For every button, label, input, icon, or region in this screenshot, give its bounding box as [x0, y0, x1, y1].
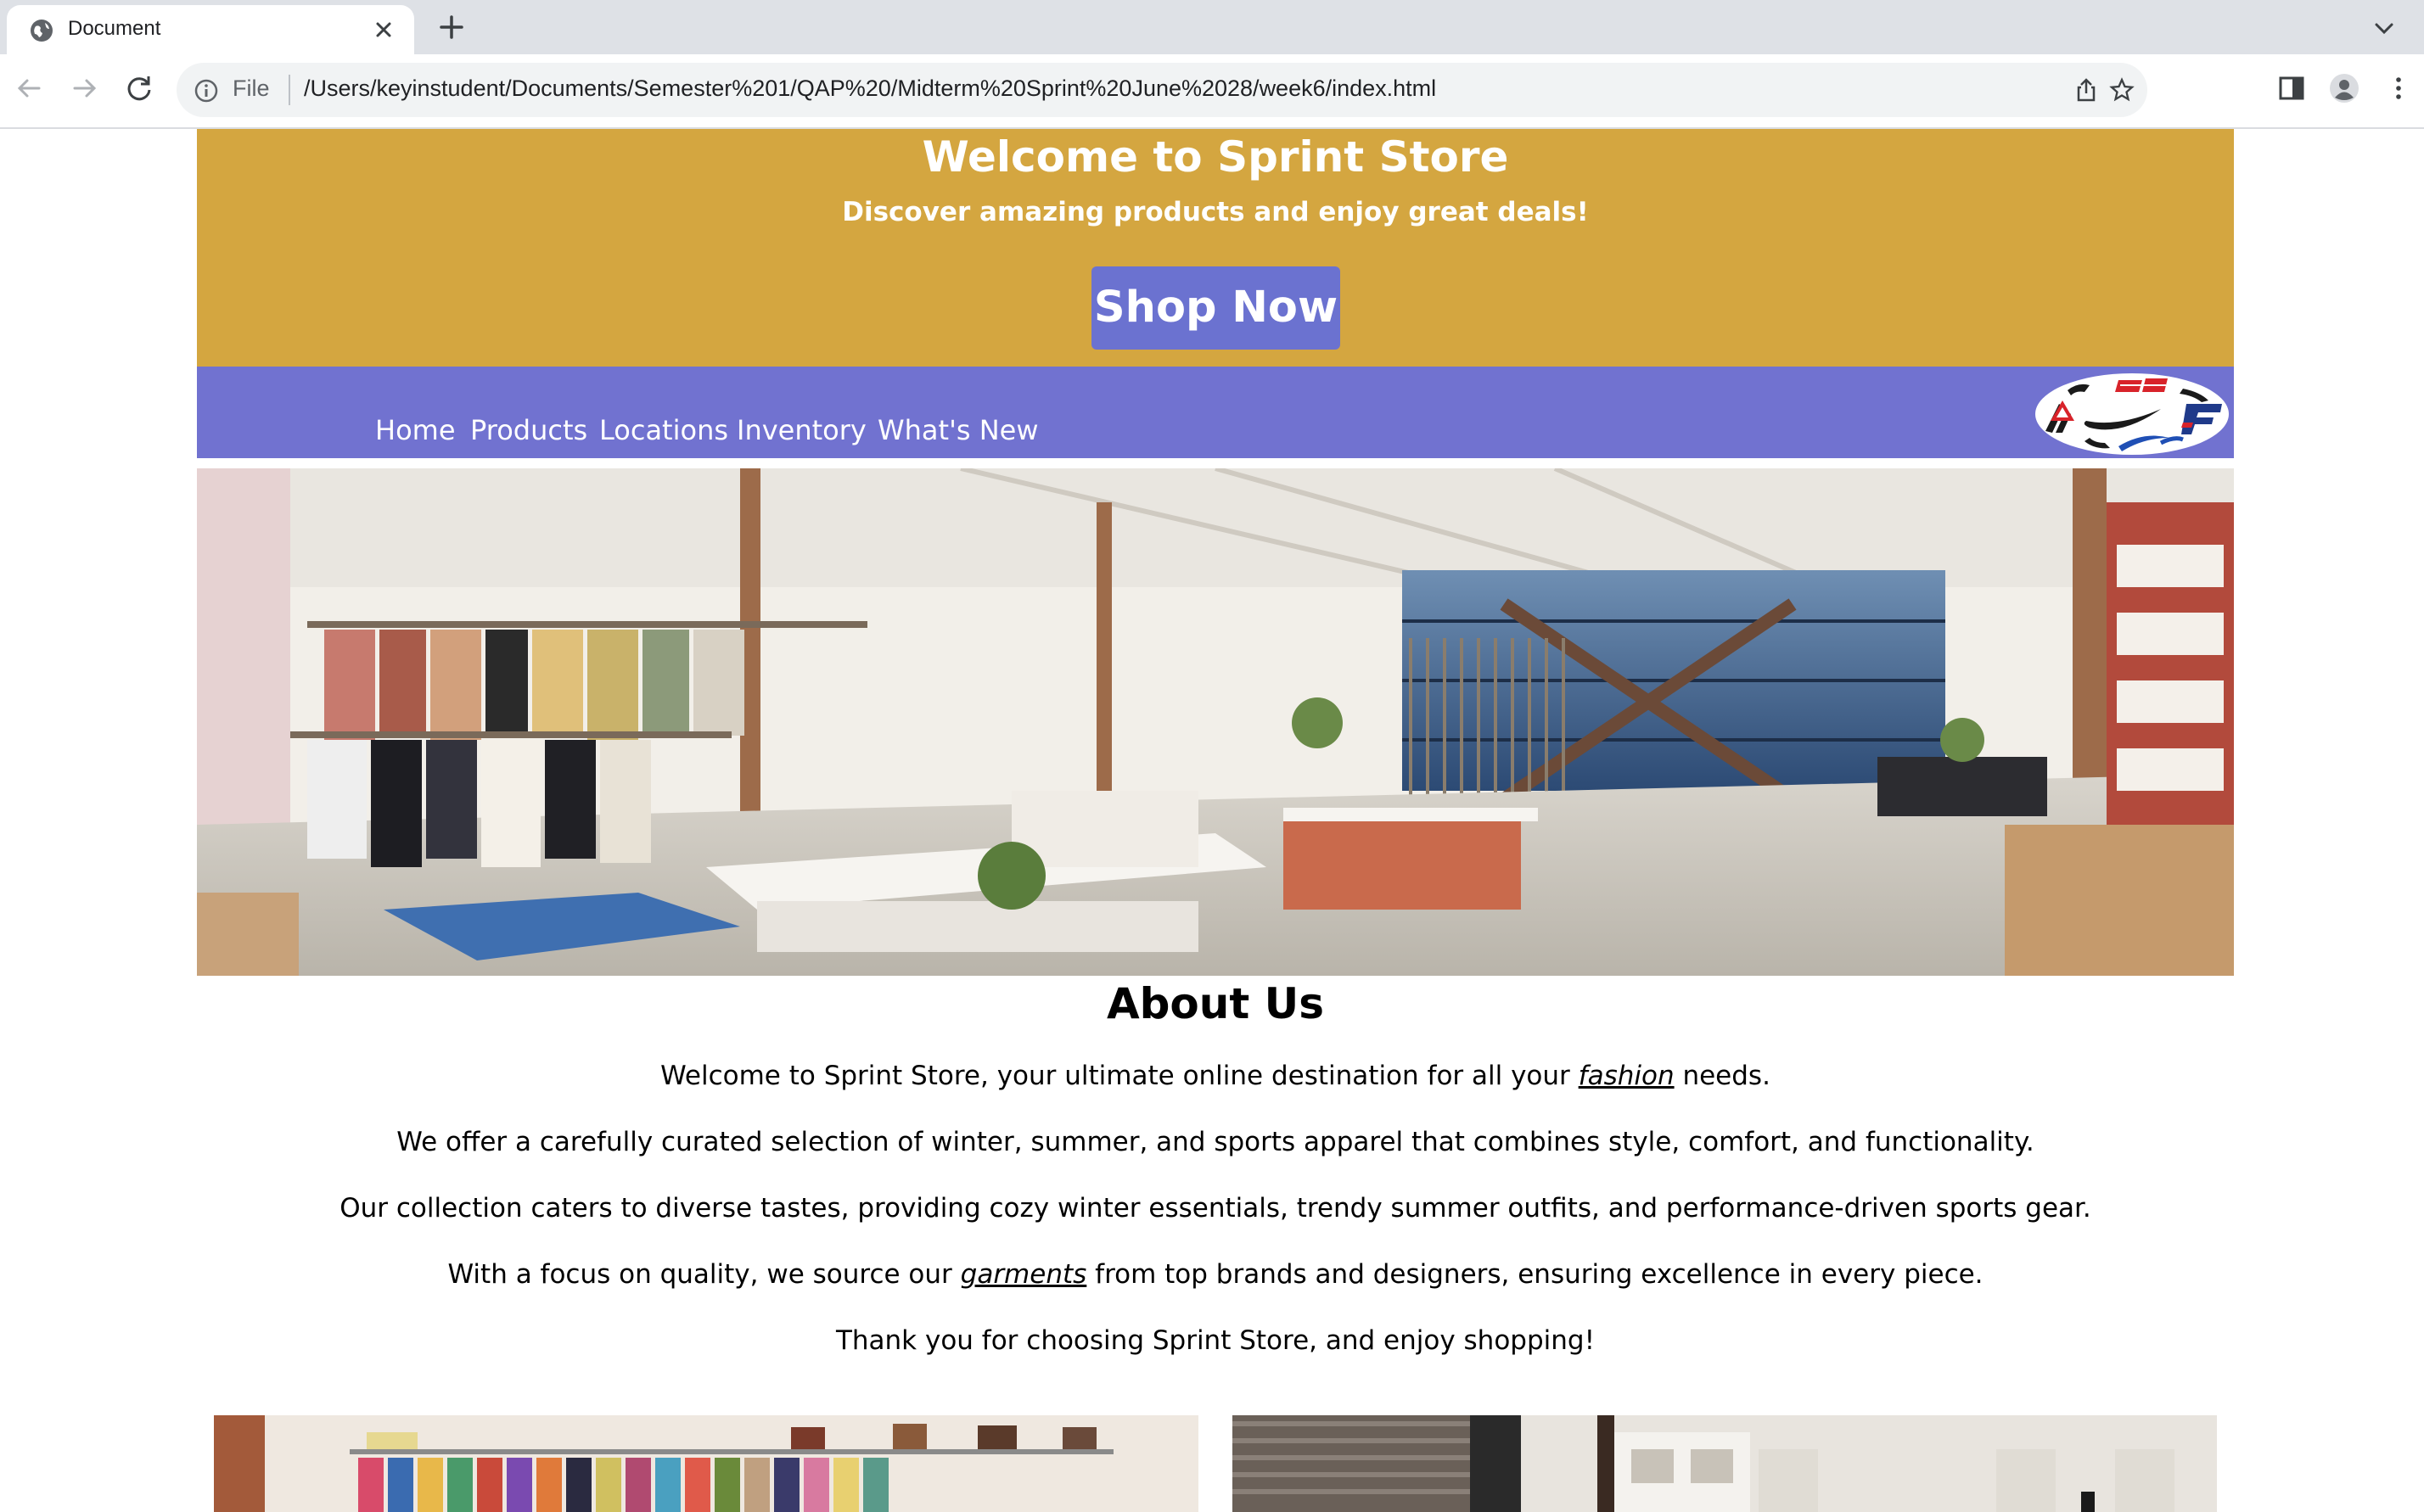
hero-subtitle: Discover amazing products and enjoy grea… — [842, 197, 1589, 227]
about-paragraph-1: Welcome to Sprint Store, your ultimate o… — [197, 1061, 2234, 1091]
about-paragraph-3: Our collection caters to diverse tastes,… — [339, 1193, 2091, 1224]
address-divider — [289, 75, 290, 105]
back-arrow-icon[interactable] — [12, 71, 46, 105]
share-icon[interactable] — [2073, 76, 2100, 104]
clothing-rack-image — [214, 1415, 1198, 1512]
web-page: Welcome to Sprint Store Discover amazing… — [0, 129, 2424, 1512]
info-icon[interactable] — [194, 78, 219, 104]
shop-now-button[interactable]: Shop Now — [1091, 266, 1340, 350]
close-icon[interactable] — [372, 18, 396, 42]
browser-toolbar: File /Users/keyinstudent/Documents/Semes… — [0, 54, 2424, 129]
nav-item-locations[interactable]: Locations — [599, 414, 728, 446]
url-text[interactable]: /Users/keyinstudent/Documents/Semester%2… — [304, 76, 1436, 102]
nav-item-home[interactable]: Home — [375, 414, 456, 446]
about-paragraph-4: With a focus on quality, we source our g… — [197, 1259, 2234, 1290]
nav-item-inventory[interactable]: Inventory — [737, 414, 867, 446]
new-tab-icon[interactable] — [438, 14, 465, 41]
bookmark-star-icon[interactable] — [2108, 76, 2135, 104]
about-paragraph-5: Thank you for choosing Sprint Store, and… — [835, 1325, 1596, 1356]
browser-tab[interactable]: Document — [7, 5, 414, 54]
tab-title: Document — [68, 17, 161, 40]
shop-window-image — [1232, 1415, 2217, 1512]
about-title: About Us — [1106, 979, 1325, 1028]
nav-item-whats-new[interactable]: What's New — [878, 414, 1039, 446]
reload-icon[interactable] — [122, 71, 156, 105]
about-p1-before: Welcome to Sprint Store, your ultimate o… — [660, 1061, 1579, 1091]
hero-banner: Welcome to Sprint Store Discover amazing… — [197, 129, 2234, 367]
hero-title: Welcome to Sprint Store — [922, 132, 1509, 182]
side-panel-icon[interactable] — [2276, 73, 2307, 104]
nav-item-products[interactable]: Products — [470, 414, 587, 446]
about-p1-after: needs. — [1674, 1061, 1770, 1091]
chevron-down-icon[interactable] — [2371, 15, 2397, 41]
fashion-link[interactable]: fashion — [1579, 1061, 1675, 1091]
store-interior-image — [197, 468, 2234, 976]
garments-link[interactable]: garments — [961, 1259, 1087, 1290]
address-bar[interactable]: File /Users/keyinstudent/Documents/Semes… — [177, 63, 2147, 117]
browser-tab-strip: Document — [0, 0, 2424, 54]
url-scheme-label: File — [233, 76, 270, 101]
brand-logos-icon — [2035, 373, 2229, 455]
about-p4-before: With a focus on quality, we source our — [447, 1259, 961, 1290]
about-paragraph-2: We offer a carefully curated selection o… — [396, 1127, 2034, 1157]
about-p4-after: from top brands and designers, ensuring … — [1086, 1259, 1984, 1290]
more-menu-icon[interactable] — [2383, 73, 2414, 104]
main-nav: Home Products Locations Inventory What's… — [197, 367, 2234, 458]
forward-arrow-icon[interactable] — [68, 71, 102, 105]
globe-icon — [31, 20, 53, 42]
profile-avatar-icon[interactable] — [2329, 73, 2359, 104]
